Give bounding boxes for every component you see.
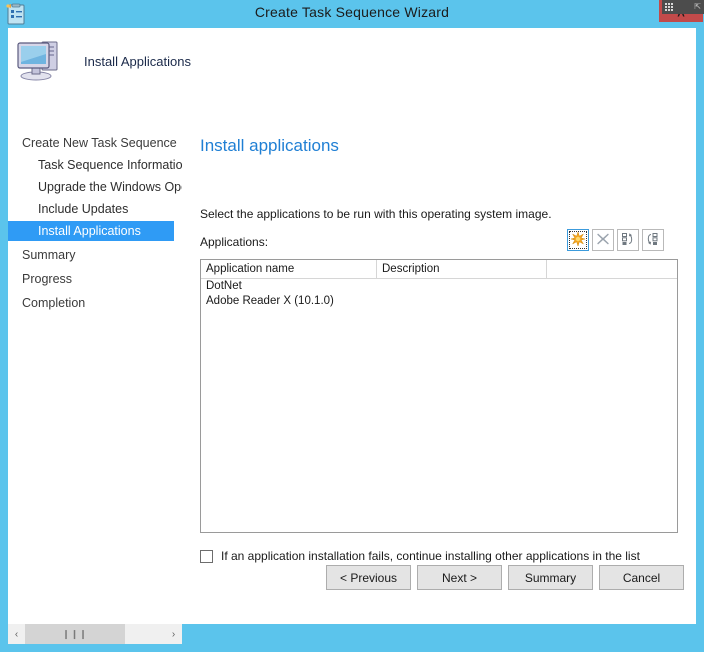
system-overlay-bar: ⇱ xyxy=(662,0,704,14)
delete-application-button[interactable] xyxy=(592,229,614,251)
cell-description xyxy=(377,294,547,309)
add-application-button[interactable] xyxy=(567,229,589,251)
instruction-text: Select the applications to be run with t… xyxy=(200,207,552,221)
wizard-step-navigation: Create New Task Sequence Task Sequence I… xyxy=(8,89,182,624)
previous-button[interactable]: < Previous xyxy=(326,565,411,590)
move-down-button[interactable] xyxy=(642,229,664,251)
sidebar-item-include-updates[interactable]: Include Updates xyxy=(8,199,182,219)
list-move-down-icon xyxy=(646,232,660,249)
applications-list[interactable]: Application name Description DotNet Adob… xyxy=(200,259,678,533)
client-area: Install Applications Create New Task Seq… xyxy=(8,28,696,624)
table-row[interactable]: Adobe Reader X (10.1.0) xyxy=(201,294,677,309)
x-delete-icon xyxy=(596,232,610,249)
title-bar: Create Task Sequence Wizard ˄ ⇱ xyxy=(0,0,704,28)
sidebar-item-create-new-task-sequence[interactable]: Create New Task Sequence xyxy=(8,133,182,153)
sidebar-item-install-applications[interactable]: Install Applications xyxy=(8,221,174,241)
computer-monitor-icon xyxy=(16,36,68,82)
column-header-blank[interactable] xyxy=(547,260,677,278)
cell-application-name: Adobe Reader X (10.1.0) xyxy=(206,295,334,307)
sidebar-item-progress[interactable]: Progress xyxy=(8,269,182,289)
wizard-window: Create Task Sequence Wizard ˄ ⇱ xyxy=(0,0,704,652)
applications-toolbar xyxy=(567,229,664,251)
cell-description xyxy=(377,279,547,294)
page-title: Install applications xyxy=(200,136,339,155)
column-header-application-name[interactable]: Application name xyxy=(201,260,377,278)
cancel-button[interactable]: Cancel xyxy=(599,565,684,590)
list-move-up-icon xyxy=(621,232,635,249)
resize-arrows-icon[interactable]: ⇱ xyxy=(694,3,701,11)
main-panel: Install applications Select the applicat… xyxy=(182,89,696,624)
scrollbar-track[interactable]: ❙❙❙ xyxy=(25,624,165,644)
wizard-footer: < Previous Next > Summary Cancel xyxy=(8,553,696,603)
applications-label: Applications: xyxy=(200,235,269,249)
move-up-button[interactable] xyxy=(617,229,639,251)
sidebar-item-completion[interactable]: Completion xyxy=(8,293,182,313)
window-title: Create Task Sequence Wizard xyxy=(254,4,450,20)
scroll-right-arrow-icon[interactable]: › xyxy=(165,624,182,644)
banner-title: Install Applications xyxy=(84,54,191,69)
cell-extra xyxy=(547,294,677,309)
horizontal-scrollbar[interactable]: ‹ ❙❙❙ › xyxy=(8,624,182,644)
sidebar-item-summary[interactable]: Summary xyxy=(8,245,182,265)
scroll-left-arrow-icon[interactable]: ‹ xyxy=(8,624,25,644)
grid-dots-icon xyxy=(665,3,673,11)
summary-button[interactable]: Summary xyxy=(508,565,593,590)
cell-extra xyxy=(547,279,677,294)
orange-starburst-new-icon xyxy=(570,230,586,249)
column-header-description[interactable]: Description xyxy=(377,260,547,278)
scrollbar-thumb[interactable]: ❙❙❙ xyxy=(25,624,125,644)
sidebar-item-upgrade-the-windows-operating-system[interactable]: Upgrade the Windows Operating System xyxy=(8,177,182,197)
list-header-row: Application name Description xyxy=(201,260,677,279)
scrollbar-grip-icon: ❙❙❙ xyxy=(62,628,88,639)
sidebar-item-task-sequence-information[interactable]: Task Sequence Information xyxy=(8,155,182,175)
table-row[interactable]: DotNet xyxy=(201,279,677,294)
page-banner: Install Applications xyxy=(8,28,696,90)
next-button[interactable]: Next > xyxy=(417,565,502,590)
cell-application-name: DotNet xyxy=(206,280,242,292)
